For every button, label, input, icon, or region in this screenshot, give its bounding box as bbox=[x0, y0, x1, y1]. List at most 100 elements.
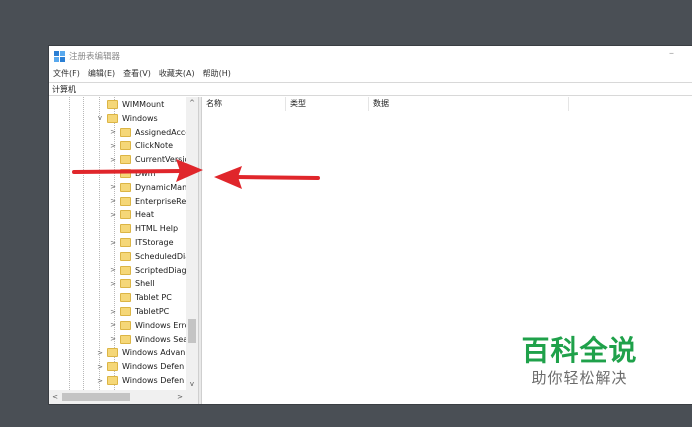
tree-node[interactable]: Tablet PC bbox=[109, 291, 172, 304]
folder-icon bbox=[120, 196, 131, 206]
tree-node[interactable]: WIMMount bbox=[96, 98, 164, 111]
tree-node[interactable]: > ScriptedDiag bbox=[109, 264, 187, 277]
menu-file[interactable]: 文件(F) bbox=[49, 67, 84, 81]
tree-node-label: Windows Advan bbox=[122, 348, 186, 358]
tree-node-label: ScheduledDia bbox=[135, 251, 191, 261]
chevron-right-icon[interactable]: > bbox=[109, 239, 117, 247]
chevron-right-icon[interactable]: > bbox=[109, 128, 117, 136]
tree-node[interactable]: > Windows Erro bbox=[109, 319, 189, 332]
tree-node-label: CurrentVersio bbox=[135, 155, 190, 165]
chevron-right-icon[interactable]: > bbox=[109, 280, 117, 288]
folder-icon bbox=[120, 320, 131, 330]
folder-icon bbox=[120, 182, 131, 192]
tree-node[interactable]: > DynamicMan bbox=[109, 181, 187, 194]
chevron-right-icon[interactable]: > bbox=[109, 183, 117, 191]
scroll-thumb-horizontal[interactable] bbox=[62, 393, 130, 401]
regedit-icon bbox=[54, 51, 65, 62]
chevron-right-icon[interactable]: > bbox=[109, 142, 117, 150]
tree-node[interactable]: > Shell bbox=[109, 277, 155, 290]
column-header-name[interactable]: 名称 bbox=[202, 97, 286, 111]
menu-help[interactable]: 帮助(H) bbox=[199, 67, 235, 81]
chevron-right-icon[interactable]: > bbox=[109, 321, 117, 329]
tree-pane[interactable]: WIMMount v Windows > AssignedAcce > ClickNote >… bbox=[49, 97, 198, 404]
tree-guide-line bbox=[83, 97, 84, 390]
folder-icon bbox=[120, 279, 131, 289]
tree-node-label: Windows Defen bbox=[122, 376, 185, 385]
tree-node-label: ITStorage bbox=[135, 238, 174, 247]
tree-node-label: Tablet PC bbox=[135, 293, 172, 303]
tree-node[interactable]: ScheduledDia bbox=[109, 250, 190, 263]
chevron-right-icon[interactable]: > bbox=[96, 377, 104, 385]
chevron-right-icon[interactable]: > bbox=[96, 349, 104, 357]
tree-node[interactable]: > Windows Defen bbox=[96, 360, 184, 373]
tree-guide-line bbox=[69, 97, 70, 390]
tree-vertical-scrollbar[interactable]: ^ v bbox=[186, 97, 198, 390]
tree-horizontal-scrollbar[interactable]: < > bbox=[49, 390, 198, 404]
tree-node[interactable]: > CurrentVersio bbox=[109, 153, 189, 166]
title-bar[interactable]: 注册表编辑器 – bbox=[49, 46, 692, 66]
address-bar[interactable]: 计算机 bbox=[49, 82, 692, 96]
tree-node[interactable]: > TabletPC bbox=[109, 305, 169, 318]
chevron-down-icon[interactable]: v bbox=[96, 114, 104, 122]
menu-favorites[interactable]: 收藏夹(A) bbox=[155, 67, 199, 81]
tree-node-label: WIMMount bbox=[122, 100, 165, 109]
menu-bar: 文件(F) 编辑(E) 查看(V) 收藏夹(A) 帮助(H) bbox=[49, 67, 692, 81]
folder-icon bbox=[120, 169, 131, 178]
tree-node-label: Dwm bbox=[135, 169, 156, 178]
tree-node-label: Windows Erro bbox=[135, 320, 190, 330]
folder-icon bbox=[107, 113, 118, 123]
watermark-slogan: 助你轻松解决 bbox=[531, 369, 628, 387]
watermark: 百科全说 助你轻松解决 bbox=[512, 334, 647, 388]
minimize-button[interactable]: – bbox=[669, 48, 674, 59]
tree-node[interactable]: > ITStorage bbox=[109, 236, 174, 249]
folder-icon bbox=[120, 334, 131, 344]
tree-node[interactable]: > Windows Defen bbox=[96, 374, 184, 387]
folder-icon bbox=[120, 293, 131, 303]
tree-node-label: Heat bbox=[135, 210, 154, 220]
tree-node-label: EnterpriseRes bbox=[135, 196, 191, 206]
tree-node[interactable]: > Windows Sea bbox=[109, 333, 188, 346]
menu-view[interactable]: 查看(V) bbox=[119, 67, 155, 81]
folder-icon bbox=[120, 210, 131, 220]
folder-icon bbox=[120, 265, 131, 275]
tree-node-label: Windows Sea bbox=[135, 334, 189, 344]
tree-node-label: TabletPC bbox=[135, 307, 170, 316]
folder-icon bbox=[120, 251, 131, 261]
window-title: 注册表编辑器 bbox=[69, 52, 121, 62]
folder-icon bbox=[107, 362, 118, 372]
folder-icon bbox=[120, 307, 131, 316]
folder-icon bbox=[120, 238, 131, 247]
chevron-right-icon[interactable]: > bbox=[109, 197, 117, 205]
chevron-right-icon[interactable]: > bbox=[96, 363, 104, 371]
scroll-up-arrow[interactable]: ^ bbox=[186, 97, 198, 109]
tree-node-label: AssignedAcce bbox=[135, 127, 191, 137]
tree-node[interactable]: > Heat bbox=[109, 208, 154, 221]
menu-edit[interactable]: 编辑(E) bbox=[84, 67, 119, 81]
tree-node-label: Windows bbox=[122, 113, 158, 123]
chevron-right-icon[interactable]: > bbox=[109, 266, 117, 274]
tree-node[interactable]: > ClickNote bbox=[109, 139, 173, 152]
scroll-thumb[interactable] bbox=[188, 319, 196, 343]
chevron-right-icon[interactable]: > bbox=[109, 211, 117, 219]
chevron-right-icon[interactable]: > bbox=[109, 335, 117, 343]
folder-icon bbox=[120, 127, 131, 137]
tree-node[interactable]: Dwm bbox=[109, 167, 156, 180]
folder-icon bbox=[120, 141, 131, 151]
folder-icon bbox=[107, 100, 118, 109]
scroll-right-arrow[interactable]: > bbox=[174, 390, 186, 404]
chevron-right-icon[interactable]: > bbox=[109, 156, 117, 164]
folder-icon bbox=[107, 376, 118, 385]
tree-node[interactable]: v Windows bbox=[96, 112, 158, 125]
column-header-type[interactable]: 类型 bbox=[286, 97, 369, 111]
tree-node-label: HTML Help bbox=[135, 224, 179, 234]
column-header-data[interactable]: 数据 bbox=[369, 97, 569, 111]
scroll-down-arrow[interactable]: v bbox=[186, 378, 198, 390]
chevron-right-icon[interactable]: > bbox=[109, 308, 117, 316]
tree-node-label: ScriptedDiag bbox=[135, 265, 187, 275]
tree-node[interactable]: HTML Help bbox=[109, 222, 178, 235]
tree-node[interactable]: > EnterpriseRes bbox=[109, 195, 190, 208]
watermark-brand: 百科全说 bbox=[521, 334, 638, 367]
tree-node[interactable]: > Windows Advan bbox=[96, 346, 185, 359]
scroll-left-arrow[interactable]: < bbox=[49, 390, 61, 404]
tree-node[interactable]: > AssignedAcce bbox=[109, 126, 190, 139]
